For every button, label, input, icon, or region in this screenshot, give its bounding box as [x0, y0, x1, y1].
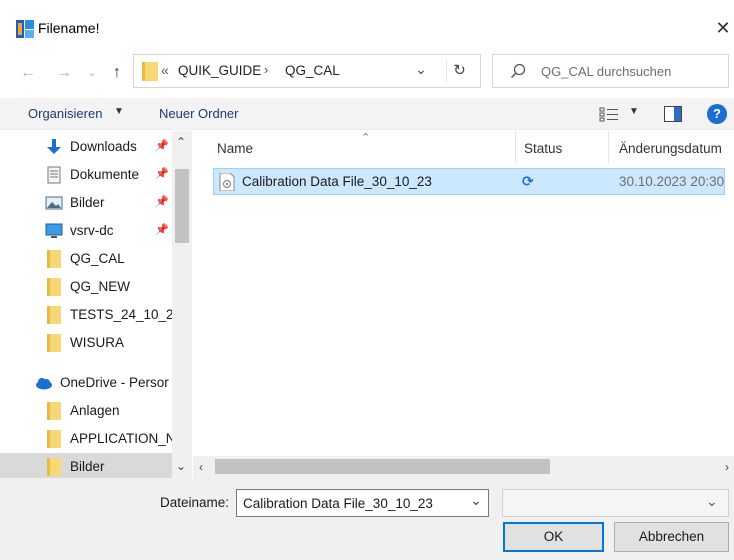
- file-type-select[interactable]: ⌄: [502, 489, 729, 517]
- sidebar-item-bilder-onedrive[interactable]: Bilder: [0, 453, 172, 478]
- caret-down-icon[interactable]: ▼: [629, 106, 639, 117]
- dialog-footer: Dateiname: ⌄ ⌄ OK Abbrechen: [0, 478, 734, 560]
- file-date: 30.10.2023 20:30: [619, 174, 725, 189]
- filename-field[interactable]: [236, 489, 489, 517]
- address-bar[interactable]: « QUIK_GUIDE › QG_CAL ⌄ ↻: [133, 54, 481, 88]
- monitor-icon: [45, 223, 63, 238]
- scroll-thumb[interactable]: [215, 459, 550, 474]
- file-icon: [219, 173, 235, 191]
- app-icon: [16, 20, 34, 38]
- sync-icon: ⟳: [522, 173, 534, 189]
- chevron-down-icon[interactable]: ⌄: [706, 493, 718, 510]
- sidebar-item-vsrv-dc[interactable]: vsrv-dc 📌: [0, 217, 172, 245]
- file-name: Calibration Data File_30_10_23: [242, 174, 432, 189]
- horizontal-scrollbar[interactable]: ‹ ›: [193, 456, 734, 478]
- pin-icon[interactable]: 📌: [155, 195, 169, 208]
- breadcrumb-quik-guide[interactable]: QUIK_GUIDE: [178, 63, 261, 78]
- search-icon: [510, 63, 526, 79]
- sidebar-item-label: Bilder: [70, 459, 105, 474]
- sidebar-item-dokumente[interactable]: Dokumente 📌: [0, 161, 172, 189]
- sidebar-item-onedrive[interactable]: OneDrive - Persor: [0, 369, 169, 397]
- forward-button[interactable]: →: [54, 64, 74, 82]
- sidebar-item-qg-new[interactable]: QG_NEW: [0, 273, 172, 301]
- sidebar-item-label: APPLICATION_N: [70, 431, 176, 446]
- sidebar-item-anlagen[interactable]: Anlagen: [0, 397, 172, 425]
- pin-icon[interactable]: 📌: [155, 167, 169, 180]
- folder-icon: [47, 250, 61, 268]
- file-list: ⌃ Name Status Änderungsdatum Calibration…: [193, 131, 734, 478]
- column-divider[interactable]: [608, 131, 609, 163]
- organize-button[interactable]: Organisieren: [28, 106, 102, 121]
- filename-label: Dateiname:: [160, 495, 230, 510]
- sidebar-item-label: Downloads: [70, 139, 137, 154]
- window-title: Filename!: [38, 20, 100, 36]
- address-overflow[interactable]: «: [161, 62, 169, 78]
- scroll-up-icon[interactable]: ⌃: [176, 135, 186, 149]
- sidebar-item-wisura[interactable]: WISURA: [0, 329, 172, 357]
- sidebar-item-qg-cal[interactable]: QG_CAL: [0, 245, 172, 273]
- document-icon: [47, 166, 61, 184]
- address-dropdown-button[interactable]: ⌄: [410, 61, 432, 81]
- file-row[interactable]: Calibration Data File_30_10_23 ⟳ 30.10.2…: [213, 168, 725, 195]
- folder-icon: [47, 402, 61, 420]
- column-divider[interactable]: [515, 131, 516, 163]
- sidebar-item-tests[interactable]: TESTS_24_10_23_: [0, 301, 189, 329]
- view-options-icon[interactable]: [598, 105, 622, 123]
- sidebar-item-label: QG_CAL: [70, 251, 125, 266]
- sidebar-item-bilder[interactable]: Bilder 📌: [0, 189, 172, 217]
- sidebar-item-label: TESTS_24_10_23_: [70, 307, 189, 322]
- close-button[interactable]: ✕: [712, 18, 734, 40]
- cancel-button[interactable]: Abbrechen: [614, 522, 729, 552]
- up-button[interactable]: ↑: [107, 64, 127, 82]
- scroll-down-icon[interactable]: ⌄: [176, 459, 186, 473]
- pin-icon[interactable]: 📌: [155, 223, 169, 236]
- pin-icon[interactable]: 📌: [155, 139, 169, 152]
- column-header-status[interactable]: Status: [524, 141, 562, 156]
- sidebar-item-label: QG_NEW: [70, 279, 131, 294]
- folder-icon: [142, 62, 158, 81]
- sidebar-item-application[interactable]: APPLICATION_N: [0, 425, 176, 453]
- preview-pane-icon[interactable]: [664, 106, 682, 122]
- scroll-left-icon[interactable]: ‹: [199, 460, 203, 474]
- ok-button[interactable]: OK: [503, 522, 604, 552]
- sidebar-item-label: vsrv-dc: [70, 223, 114, 238]
- back-button[interactable]: ←: [18, 64, 38, 82]
- sidebar-scrollbar[interactable]: ⌃ ⌄: [172, 131, 192, 478]
- toolbar: Organisieren ▼ Neuer Ordner ▼ ?: [0, 98, 734, 130]
- sidebar-item-label: Dokumente: [70, 167, 140, 182]
- download-icon: [47, 139, 61, 154]
- help-icon[interactable]: ?: [707, 104, 727, 124]
- breadcrumb-separator[interactable]: ›: [264, 62, 268, 77]
- folder-icon: [47, 458, 61, 476]
- refresh-button[interactable]: ↻: [446, 60, 472, 82]
- sidebar-item-label: Bilder: [70, 195, 105, 210]
- folder-icon: [47, 306, 61, 324]
- sidebar-item-label: Anlagen: [70, 403, 120, 418]
- title-bar: [0, 0, 734, 44]
- folder-icon: [47, 278, 61, 296]
- breadcrumb-qg-cal[interactable]: QG_CAL: [285, 63, 340, 78]
- sidebar-item-label: OneDrive - Persor: [60, 375, 169, 390]
- filename-dropdown-button[interactable]: ⌄: [466, 492, 486, 514]
- search-input[interactable]: QG_CAL durchsuchen: [492, 54, 729, 88]
- folder-icon: [47, 430, 61, 448]
- navigation-pane: Downloads 📌 Dokumente 📌 Bilder 📌 vsrv-dc…: [0, 131, 193, 478]
- recent-locations-button[interactable]: ⌄: [82, 64, 102, 82]
- cloud-icon: [36, 378, 52, 390]
- pictures-icon: [45, 196, 63, 210]
- new-folder-button[interactable]: Neuer Ordner: [159, 106, 238, 121]
- scroll-thumb[interactable]: [175, 169, 189, 243]
- sidebar-item-downloads[interactable]: Downloads 📌: [0, 133, 172, 161]
- folder-icon: [47, 334, 61, 352]
- caret-down-icon[interactable]: ▼: [114, 106, 124, 117]
- search-placeholder: QG_CAL durchsuchen: [541, 64, 672, 79]
- column-header-name[interactable]: Name: [217, 141, 253, 156]
- scroll-right-icon[interactable]: ›: [725, 460, 729, 474]
- column-header-date[interactable]: Änderungsdatum: [619, 141, 722, 156]
- sort-ascending-icon: ⌃: [361, 132, 371, 144]
- sidebar-item-label: WISURA: [70, 335, 124, 350]
